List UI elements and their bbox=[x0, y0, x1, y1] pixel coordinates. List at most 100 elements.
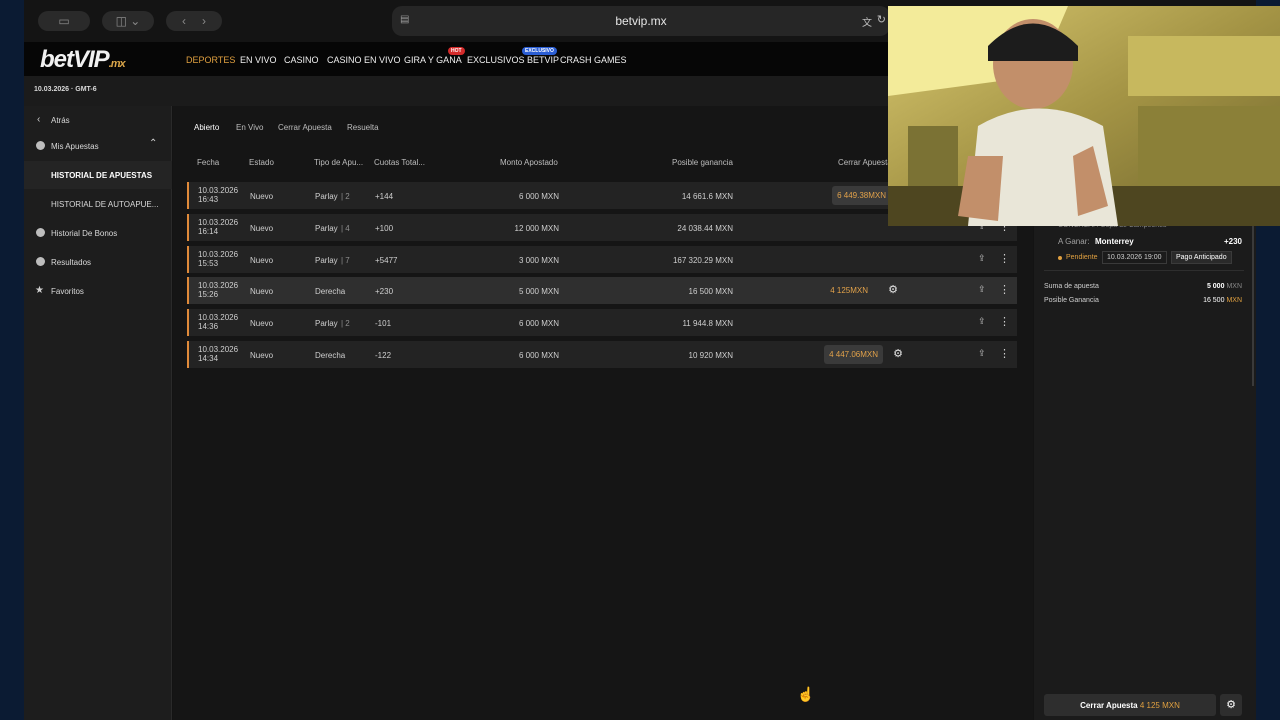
tab-abierto[interactable]: Abierto bbox=[194, 123, 219, 132]
bet-odds: +230 bbox=[375, 287, 394, 296]
nav-crash-games[interactable]: CRASH GAMES bbox=[560, 55, 627, 65]
bet-date: 10.03.2026 bbox=[198, 345, 239, 354]
bet-stake: 6 000 MXN bbox=[518, 192, 559, 201]
gear-icon: ⚙ bbox=[1226, 699, 1236, 711]
tab-cerrar-apuesta[interactable]: Cerrar Apuesta bbox=[278, 123, 332, 132]
bet-stake: 6 000 MXN bbox=[518, 319, 559, 328]
early-payout-badge[interactable]: Pago Anticipado bbox=[1171, 251, 1232, 264]
sidebar-favoritos[interactable]: ★ Favoritos bbox=[24, 277, 172, 305]
bet-potential: 16 500 MXN bbox=[688, 287, 733, 296]
url-text: betvip.mx bbox=[615, 14, 667, 28]
tab-resuelta[interactable]: Resuelta bbox=[347, 123, 379, 132]
table-row[interactable]: 10.03.2026 15:53 Nuevo Parlay | 7 +5477 3 000 … bbox=[187, 246, 1017, 273]
bet-date: 10.03.2026 bbox=[198, 250, 239, 259]
status-pendiente: Pendiente bbox=[1066, 254, 1098, 261]
cashout-value-button[interactable]: 4 125MXN bbox=[825, 281, 873, 300]
cashout-button[interactable]: Cerrar Apuesta 4 125 MXN bbox=[1044, 694, 1216, 716]
col-monto[interactable]: Monto Apostado bbox=[500, 158, 558, 167]
col-tipo[interactable]: Tipo de Apu... bbox=[314, 158, 363, 167]
table-row[interactable]: 10.03.2026 14:36 Nuevo Parlay | 2 -101 6 000 M… bbox=[187, 309, 1017, 336]
bet-time: 15:26 bbox=[198, 290, 219, 299]
sum-value: 5 000 MXN bbox=[1206, 283, 1242, 290]
bet-legs: | 4 bbox=[341, 224, 350, 233]
sidebar-mis-apuestas[interactable]: Mis Apuestas ⌃ bbox=[24, 132, 172, 160]
cashout-value-button[interactable]: 6 449.38MXN bbox=[832, 186, 891, 205]
bet-odds: +100 bbox=[375, 224, 394, 233]
bet-time: 16:43 bbox=[198, 195, 219, 204]
star-icon: ★ bbox=[35, 285, 44, 296]
logo[interactable]: betVIP.mx bbox=[40, 46, 126, 74]
more-options-icon[interactable]: ⋮ bbox=[999, 347, 1010, 361]
chevron-up-icon: ⌃ bbox=[149, 138, 158, 149]
bet-odds: -101 bbox=[375, 319, 392, 328]
bet-odds: -122 bbox=[375, 351, 392, 360]
table-row[interactable]: 10.03.2026 15:26 Nuevo Derecha +230 5 000 MXN… bbox=[187, 277, 1017, 304]
share-icon[interactable]: ⇪ bbox=[978, 348, 988, 358]
nav-gira-y-gana[interactable]: GIRA Y GANA bbox=[404, 55, 462, 65]
bet-time: 14:36 bbox=[198, 322, 219, 331]
bet-odds: +5477 bbox=[375, 256, 398, 265]
more-options-icon[interactable]: ⋮ bbox=[999, 252, 1010, 266]
bet-date: 10.03.2026 bbox=[198, 313, 239, 322]
sidebar-historial-autoapuestas[interactable]: HISTORIAL DE AUTOAPUE... bbox=[24, 190, 172, 218]
bet-time: 14:34 bbox=[198, 354, 219, 363]
col-fecha[interactable]: Fecha bbox=[197, 158, 219, 167]
nav-casino[interactable]: CASINO bbox=[284, 55, 319, 65]
webcam-feed-image bbox=[888, 6, 1280, 226]
bet-stake: 5 000 MXN bbox=[518, 287, 559, 296]
bonus-icon bbox=[36, 228, 45, 237]
share-icon[interactable]: ⇪ bbox=[978, 253, 988, 263]
current-date: 10.03.2026 · GMT-6 bbox=[34, 86, 97, 93]
bet-type-label: A Ganar: bbox=[1058, 237, 1090, 246]
sidebar-toggle-button[interactable]: ▭ bbox=[38, 11, 90, 31]
tab-overview-button[interactable]: ◫ ⌄ bbox=[102, 11, 154, 31]
exclusivo-badge: EXCLUSIVO bbox=[522, 47, 557, 55]
bet-odds: +144 bbox=[375, 192, 394, 201]
reload-icon[interactable]: ↻ bbox=[877, 13, 886, 26]
table-row[interactable]: 10.03.2026 14:34 Nuevo Derecha -122 6 000 MXN… bbox=[187, 341, 1017, 368]
share-icon[interactable]: ⇪ bbox=[978, 316, 988, 326]
gear-icon[interactable]: ⚙ bbox=[887, 284, 899, 296]
nav-en-vivo[interactable]: EN VIVO bbox=[240, 55, 277, 65]
selection-name: Monterrey bbox=[1095, 237, 1134, 246]
more-options-icon[interactable]: ⋮ bbox=[999, 315, 1010, 329]
bet-status: Nuevo bbox=[250, 351, 274, 360]
bet-status: Nuevo bbox=[250, 224, 274, 233]
sidebar-back[interactable]: ‹ Atrás bbox=[24, 106, 172, 134]
forward-arrow-icon[interactable]: › bbox=[202, 14, 206, 28]
more-options-icon[interactable]: ⋮ bbox=[999, 283, 1010, 297]
results-icon bbox=[36, 257, 45, 266]
cashout-settings-button[interactable]: ⚙ bbox=[1220, 694, 1242, 716]
hot-badge: HOT bbox=[448, 47, 465, 55]
gear-icon[interactable]: ⚙ bbox=[892, 348, 904, 360]
nav-exclusivos[interactable]: EXCLUSIVOS BETVIP bbox=[467, 55, 559, 65]
sidebar-icon: ◫ ⌄ bbox=[115, 14, 141, 28]
sidebar-historial-bonos[interactable]: Historial De Bonos bbox=[24, 219, 172, 247]
bet-legs: | 7 bbox=[341, 256, 350, 265]
sum-label: Suma de apuesta bbox=[1044, 283, 1099, 290]
share-icon[interactable]: ⇪ bbox=[978, 284, 988, 294]
bet-potential: 11 944.8 MXN bbox=[682, 319, 733, 328]
translate-icon[interactable]: 文 bbox=[862, 14, 872, 29]
nav-casino-en-vivo[interactable]: CASINO EN VIVO bbox=[327, 55, 401, 65]
bet-potential: 14 661.6 MXN bbox=[681, 192, 733, 201]
tab-en-vivo[interactable]: En Vivo bbox=[236, 123, 263, 132]
back-arrow-icon[interactable]: ‹ bbox=[182, 14, 186, 28]
bet-legs: | 2 bbox=[341, 192, 350, 201]
sidebar-historial-apuestas[interactable]: HISTORIAL DE APUESTAS bbox=[24, 161, 172, 189]
bet-potential: 167 320.29 MXN bbox=[672, 256, 733, 265]
potential-value: 16 500 MXN bbox=[1203, 297, 1242, 304]
bet-type: Derecha bbox=[315, 287, 346, 296]
address-bar[interactable]: ▤ betvip.mx 文 ↻ bbox=[392, 6, 890, 36]
bet-type: Parlay bbox=[315, 319, 338, 328]
nav-deportes[interactable]: DEPORTES bbox=[186, 55, 235, 65]
bet-type: Derecha bbox=[315, 351, 346, 360]
col-estado[interactable]: Estado bbox=[249, 158, 274, 167]
cashout-value-button[interactable]: 4 447.06MXN bbox=[824, 345, 883, 364]
sidebar-resultados[interactable]: Resultados bbox=[24, 248, 172, 276]
col-cerrar-apuesta[interactable]: Cerrar Apuesta bbox=[838, 158, 892, 167]
bet-potential: 10 920 MXN bbox=[688, 351, 733, 360]
col-posible-ganancia[interactable]: Posible ganancia bbox=[672, 158, 733, 167]
bet-status: Nuevo bbox=[250, 192, 274, 201]
col-cuotas[interactable]: Cuotas Total... bbox=[374, 158, 425, 167]
